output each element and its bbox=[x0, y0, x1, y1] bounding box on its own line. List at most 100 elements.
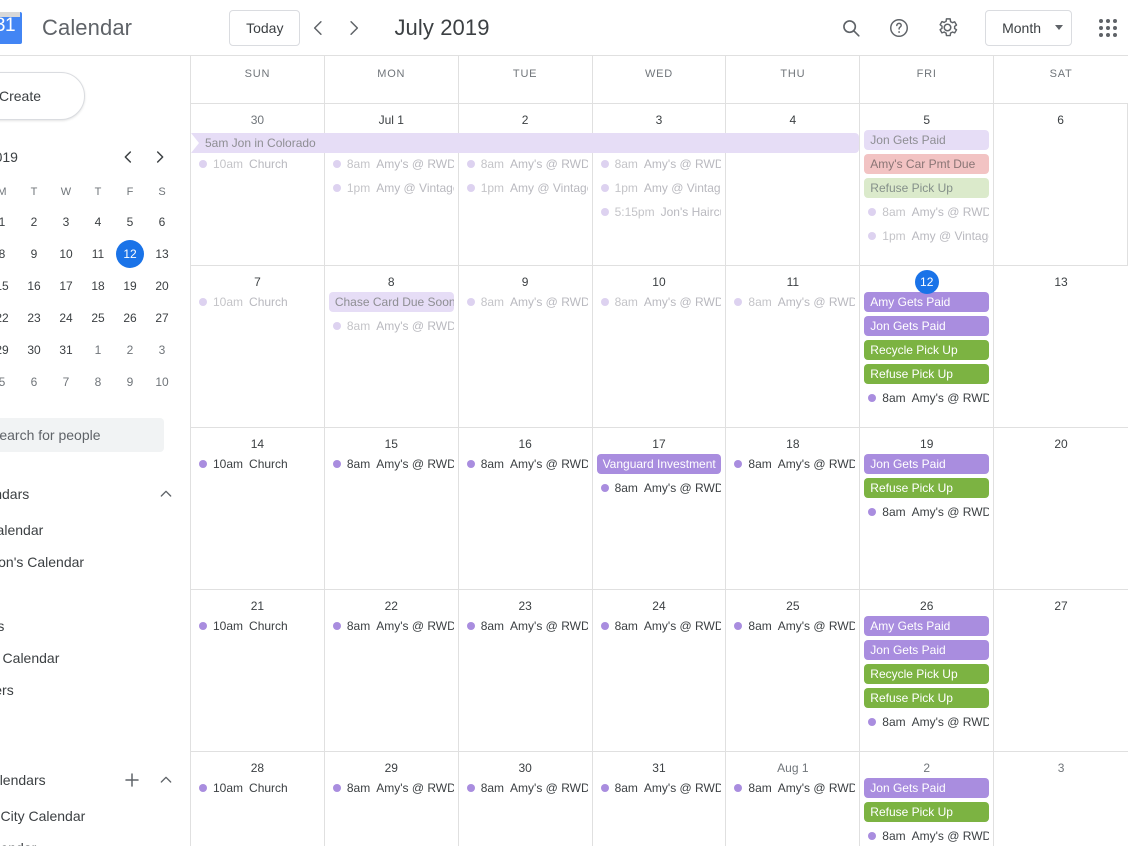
day-number[interactable]: 23 bbox=[513, 594, 537, 618]
day-number[interactable]: 16 bbox=[513, 432, 537, 456]
all-day-event-chip[interactable]: Refuse Pick Up bbox=[864, 802, 990, 822]
timed-event[interactable]: 1pm Amy @ Vintage bbox=[597, 178, 721, 198]
all-day-event-chip[interactable]: Refuse Pick Up bbox=[864, 364, 990, 384]
day-number[interactable]: 3 bbox=[647, 108, 671, 132]
day-cell[interactable]: 8 Chase Card Due Soon 8am Amy's @ RWD bbox=[325, 266, 459, 427]
mini-calendar-day[interactable]: 17 bbox=[52, 272, 80, 300]
day-number[interactable]: 29 bbox=[379, 756, 403, 780]
day-number[interactable]: Aug 1 bbox=[773, 756, 812, 780]
mini-calendar-day[interactable]: 5 bbox=[0, 368, 16, 396]
day-cell[interactable]: 30 10am Church bbox=[191, 104, 325, 265]
mini-calendar-day[interactable]: 16 bbox=[20, 272, 48, 300]
mini-calendar-day[interactable]: 4 bbox=[84, 208, 112, 236]
day-cell[interactable]: 4 bbox=[726, 104, 861, 265]
mini-calendar-day[interactable]: 13 bbox=[148, 240, 176, 268]
other-calendars-header[interactable]: Other calendars bbox=[0, 760, 190, 800]
timed-event[interactable]: 8am Amy's @ RWD bbox=[329, 616, 454, 636]
all-day-event-chip[interactable]: Jon Gets Paid bbox=[864, 130, 990, 150]
all-day-event-chip[interactable]: Refuse Pick Up bbox=[864, 178, 990, 198]
day-cell[interactable]: 22 8am Amy's @ RWD bbox=[325, 590, 459, 751]
timed-event[interactable]: 8am Amy's @ RWD bbox=[463, 292, 588, 312]
my-calendar-item[interactable]: Tasks bbox=[0, 706, 190, 738]
day-cell[interactable]: 24 8am Amy's @ RWD bbox=[593, 590, 727, 751]
day-number[interactable]: 2 bbox=[915, 756, 939, 780]
today-button[interactable]: Today bbox=[229, 9, 301, 46]
day-number[interactable]: 30 bbox=[513, 756, 537, 780]
create-button[interactable]: Create bbox=[0, 72, 85, 120]
day-cell[interactable]: 3 bbox=[994, 752, 1128, 846]
day-number[interactable]: 14 bbox=[245, 432, 269, 456]
timed-event[interactable]: 8am Amy's @ RWD bbox=[730, 616, 855, 636]
all-day-event-chip[interactable]: Amy's Car Pmt Due bbox=[864, 154, 990, 174]
day-number[interactable]: 27 bbox=[1049, 594, 1073, 618]
timed-event[interactable]: 8am Amy's @ RWD bbox=[730, 778, 855, 798]
day-cell[interactable]: 14 10am Church bbox=[191, 428, 325, 589]
day-cell[interactable]: 21 10am Church bbox=[191, 590, 325, 751]
help-button[interactable] bbox=[879, 8, 919, 48]
timed-event[interactable]: 8am Amy's @ RWD bbox=[463, 778, 588, 798]
other-calendar-item[interactable]: Conway City Calendar bbox=[0, 800, 190, 832]
day-cell[interactable]: 20 bbox=[994, 428, 1128, 589]
mini-calendar-day[interactable]: 2 bbox=[116, 336, 144, 364]
all-day-event-chip[interactable]: Jon Gets Paid bbox=[864, 640, 990, 660]
all-day-event-chip[interactable]: Jon Gets Paid bbox=[864, 316, 990, 336]
timed-event[interactable]: 8am Amy's @ RWD bbox=[864, 388, 989, 408]
all-day-event-chip[interactable]: Recycle Pick Up bbox=[864, 340, 990, 360]
mini-calendar-day[interactable]: 5 bbox=[116, 208, 144, 236]
mini-calendar-day[interactable]: 1 bbox=[0, 208, 16, 236]
mini-calendar-day[interactable]: 6 bbox=[20, 368, 48, 396]
mini-calendar-day[interactable]: 27 bbox=[148, 304, 176, 332]
day-number[interactable]: 13 bbox=[1049, 270, 1073, 294]
all-day-event-chip[interactable]: Recycle Pick Up bbox=[864, 664, 990, 684]
day-number[interactable]: 2 bbox=[513, 108, 537, 132]
mini-calendar-day[interactable]: 29 bbox=[0, 336, 16, 364]
mini-calendar-day[interactable]: 8 bbox=[84, 368, 112, 396]
my-calendar-item[interactable]: Reminders bbox=[0, 674, 190, 706]
day-number[interactable]: 8 bbox=[379, 270, 403, 294]
all-day-event-chip[interactable]: Refuse Pick Up bbox=[864, 478, 990, 498]
day-number[interactable]: 3 bbox=[1049, 756, 1073, 780]
next-month-button[interactable] bbox=[336, 10, 372, 46]
timed-event[interactable]: 8am Amy's @ RWD bbox=[463, 616, 588, 636]
mini-calendar-day[interactable]: 11 bbox=[84, 240, 112, 268]
timed-event[interactable]: 8am Amy's @ RWD bbox=[730, 454, 855, 474]
mini-calendar-day[interactable]: 20 bbox=[148, 272, 176, 300]
day-number-today[interactable]: 12 bbox=[914, 270, 939, 294]
day-number[interactable]: 24 bbox=[647, 594, 671, 618]
day-cell[interactable]: 18 8am Amy's @ RWD bbox=[726, 428, 861, 589]
mini-calendar-day[interactable]: 19 bbox=[116, 272, 144, 300]
day-number[interactable]: 11 bbox=[781, 270, 805, 294]
day-cell[interactable]: 31 8am Amy's @ RWD bbox=[593, 752, 727, 846]
day-cell[interactable]: 11 8am Amy's @ RWD bbox=[726, 266, 861, 427]
mini-calendar-day[interactable]: 1 bbox=[84, 336, 112, 364]
day-number[interactable]: 30 bbox=[245, 108, 269, 132]
timed-event[interactable]: 8am Amy's @ RWD bbox=[730, 292, 855, 312]
mini-calendar-next-button[interactable] bbox=[146, 143, 174, 171]
day-number[interactable]: 5 bbox=[915, 108, 939, 132]
day-number[interactable]: 4 bbox=[781, 108, 805, 132]
timed-event[interactable]: 8am Amy's @ RWD bbox=[864, 502, 989, 522]
my-calendar-item[interactable]: Amy & Jon's Calendar bbox=[0, 546, 190, 578]
timed-event[interactable]: 1pm Amy @ Vintage bbox=[864, 226, 989, 246]
day-cell[interactable]: 29 8am Amy's @ RWD bbox=[325, 752, 459, 846]
timed-event[interactable]: 8am Amy's @ RWD bbox=[597, 154, 721, 174]
all-day-event-chip[interactable]: Refuse Pick Up bbox=[864, 688, 990, 708]
timed-event[interactable]: 5:15pm Jon's Haircut bbox=[597, 202, 721, 222]
timed-event[interactable]: 8am Amy's @ RWD bbox=[597, 292, 721, 312]
day-number[interactable]: 6 bbox=[1049, 108, 1073, 132]
mini-calendar-day[interactable]: 22 bbox=[0, 304, 16, 332]
day-number[interactable]: 22 bbox=[379, 594, 403, 618]
day-cell[interactable]: 16 8am Amy's @ RWD bbox=[459, 428, 593, 589]
day-number[interactable]: 25 bbox=[781, 594, 805, 618]
day-cell[interactable]: 13 bbox=[994, 266, 1128, 427]
timed-event[interactable]: 8am Amy's @ RWD bbox=[463, 454, 588, 474]
mini-calendar-day[interactable]: 10 bbox=[52, 240, 80, 268]
all-day-event-chip[interactable]: Amy Gets Paid bbox=[864, 616, 990, 636]
day-number[interactable]: 19 bbox=[915, 432, 939, 456]
timed-event[interactable]: 8am Amy's @ RWD bbox=[463, 154, 588, 174]
timed-event[interactable]: 8am Amy's @ RWD bbox=[329, 154, 454, 174]
day-number[interactable]: 26 bbox=[915, 594, 939, 618]
day-cell[interactable]: 2 Jon Gets Paid Refuse Pick Up 8am Amy's @ R… bbox=[860, 752, 995, 846]
google-apps-button[interactable] bbox=[1088, 8, 1128, 48]
day-number[interactable]: Jul 1 bbox=[375, 108, 408, 132]
